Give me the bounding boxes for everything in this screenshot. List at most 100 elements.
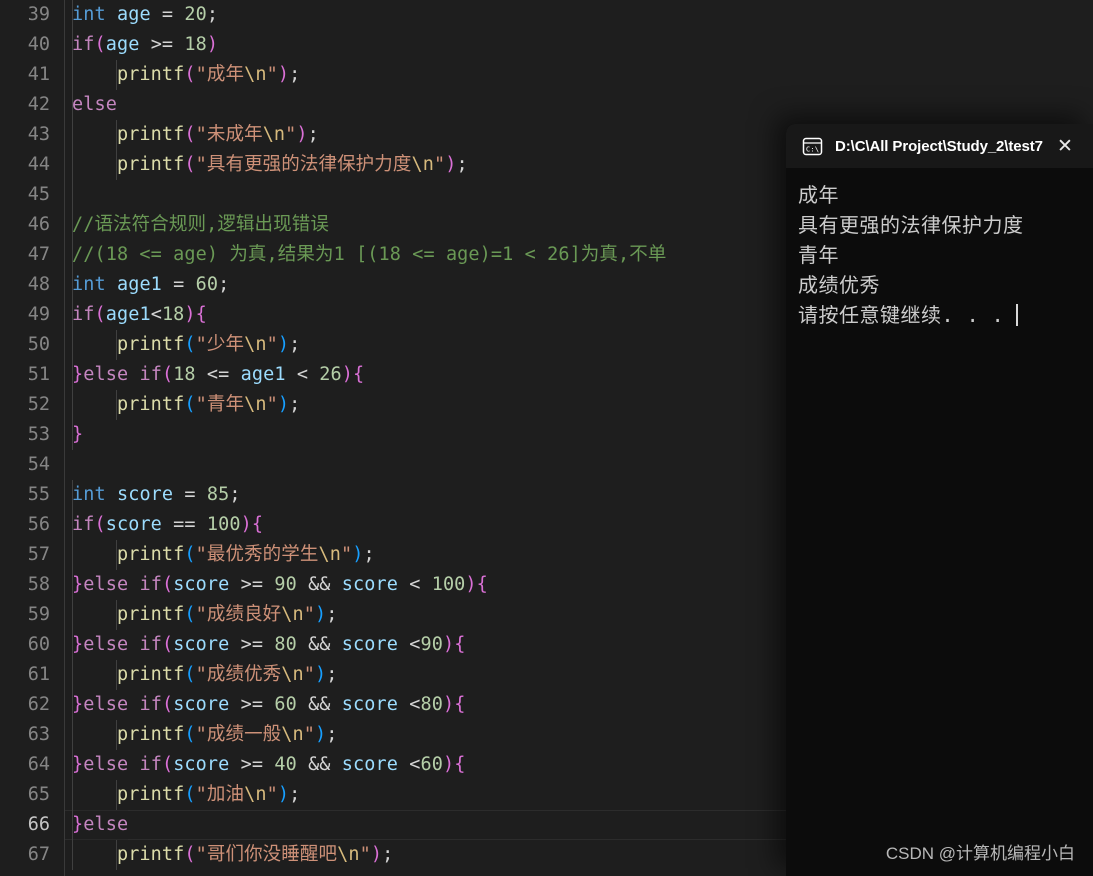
code-token: \n <box>244 334 267 355</box>
code-token: { <box>454 634 466 655</box>
code-token: score <box>341 694 398 715</box>
code-token: if <box>139 574 162 595</box>
code-token: 18 <box>161 304 185 325</box>
line-number: 53 <box>27 424 50 445</box>
code-token: 90 <box>274 574 297 595</box>
code-token: ) <box>296 124 308 145</box>
code-token: " <box>266 334 278 355</box>
code-token: ) <box>352 544 364 565</box>
code-token: ( <box>184 724 196 745</box>
close-icon[interactable]: ✕ <box>1045 124 1085 168</box>
code-token: ) <box>315 604 327 625</box>
code-line-text: printf("成年\n"); <box>72 60 300 90</box>
code-line-text: }else if(score >= 80 && score <90){ <box>72 630 465 660</box>
code-token: && <box>296 574 342 595</box>
code-token: ; <box>382 844 394 865</box>
code-token: //语法符合规则,逻辑出现错误 <box>72 214 329 235</box>
code-token: 80 <box>274 634 297 655</box>
code-line-text: }else if(score >= 60 && score <80){ <box>72 690 465 720</box>
indent-guide <box>72 180 73 210</box>
line-number: 54 <box>27 454 50 475</box>
code-token: ) <box>315 724 327 745</box>
code-token: == <box>161 514 207 535</box>
indent-guide <box>72 540 73 570</box>
code-token: printf <box>72 154 185 175</box>
code-token: int <box>72 274 106 295</box>
code-token: 18 <box>184 34 207 55</box>
code-token: } <box>72 694 84 715</box>
code-token: < <box>150 304 162 325</box>
code-line[interactable]: 42 else <box>0 90 1093 120</box>
code-token: ( <box>161 754 174 775</box>
code-line[interactable]: 41 printf("成年\n"); <box>0 60 1093 90</box>
code-line-text: }else <box>72 810 128 840</box>
code-token: ; <box>326 724 338 745</box>
line-number: 48 <box>27 274 50 295</box>
code-line-text: if(age1<18){ <box>72 300 207 330</box>
code-token: "成年 <box>195 64 245 85</box>
code-token: " <box>433 154 446 175</box>
code-token: if <box>72 514 95 535</box>
indent-guide <box>72 60 73 90</box>
line-number: 50 <box>27 334 50 355</box>
code-token: printf <box>72 544 185 565</box>
code-line-text: } <box>72 420 83 450</box>
indent-guide <box>72 420 73 450</box>
code-token: = <box>173 484 207 505</box>
code-token: ; <box>326 604 338 625</box>
console-title-bar[interactable]: C:\ D:\C\All Project\Study_2\test7 ✕ <box>786 124 1093 168</box>
code-token: \n <box>244 394 267 415</box>
code-token: ( <box>184 394 196 415</box>
code-token: = <box>161 274 196 295</box>
indent-guide <box>116 330 118 360</box>
indent-guide <box>72 270 73 300</box>
code-line-text: }else if(score >= 90 && score < 100){ <box>72 570 488 600</box>
code-token: 100 <box>431 574 466 595</box>
line-number: 42 <box>27 94 50 115</box>
code-token: { <box>195 304 207 325</box>
console-output-line: 青年 <box>798 243 839 267</box>
code-line[interactable]: 40 if(age >= 18) <box>0 30 1093 60</box>
line-number: 66 <box>27 814 50 835</box>
code-line[interactable]: 39 int age = 20; <box>0 0 1093 30</box>
code-token: ( <box>184 844 196 865</box>
line-number: 49 <box>27 304 50 325</box>
indent-guide <box>72 480 73 510</box>
code-token: else <box>83 694 129 715</box>
code-token: else <box>83 574 129 595</box>
console-window[interactable]: C:\ D:\C\All Project\Study_2\test7 ✕ 成年具… <box>786 124 1093 876</box>
code-token: } <box>72 754 84 775</box>
console-output-line: 请按任意键继续. . . <box>798 300 1093 330</box>
indent-guide <box>72 210 73 240</box>
code-token: age <box>116 4 151 25</box>
code-line-text: printf("少年\n"); <box>72 330 300 360</box>
code-token: ( <box>184 544 196 565</box>
code-token: else <box>83 814 129 835</box>
code-token: } <box>72 574 84 595</box>
code-token: ( <box>94 514 106 535</box>
line-number: 57 <box>27 544 50 565</box>
indent-guide <box>116 150 118 180</box>
console-output-area[interactable]: 成年 具有更强的法律保护力度 青年 成绩优秀 请按任意键继续. . . <box>786 168 1093 876</box>
line-number: 55 <box>27 484 50 505</box>
code-token: " <box>303 664 316 685</box>
code-token: "具有更强的法律保护力度 <box>195 154 412 175</box>
indent-guide <box>72 360 73 390</box>
line-number: 65 <box>27 784 50 805</box>
code-token: " <box>359 844 371 865</box>
code-token: score <box>105 514 162 535</box>
code-token: ) <box>465 574 477 595</box>
code-token: ) <box>370 844 383 865</box>
console-output-line: 成绩优秀 <box>798 273 880 297</box>
code-token: < <box>397 574 432 595</box>
code-token: && <box>296 754 342 775</box>
code-token: ; <box>289 784 301 805</box>
code-token: } <box>72 634 84 655</box>
indent-guide <box>72 390 73 420</box>
code-token: else <box>83 754 129 775</box>
line-number: 58 <box>27 574 50 595</box>
line-number: 41 <box>27 64 50 85</box>
code-token: = <box>150 4 185 25</box>
